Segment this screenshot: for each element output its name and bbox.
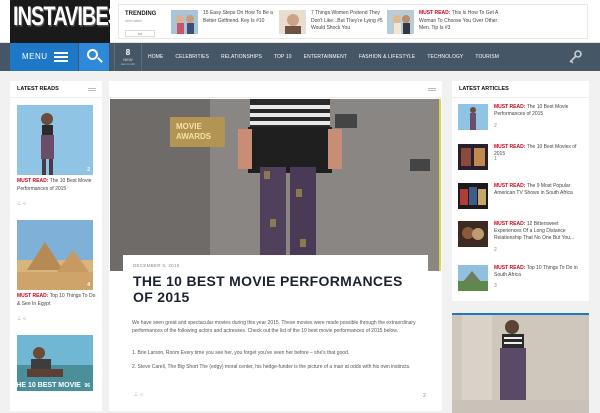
- nav-item-relationships[interactable]: RELATIONSHIPS: [215, 43, 268, 71]
- share-count: 2: [423, 393, 426, 399]
- trending-sub: next match: [125, 19, 143, 23]
- share-icon[interactable]: ⟂ ⋖: [17, 201, 26, 208]
- trending-item[interactable]: MUST READ: This Is How To Get A Woman To…: [387, 8, 499, 36]
- new-posts-counter[interactable]: 8 NEW last month: [114, 43, 142, 71]
- featured-post-title[interactable]: THE 10 BEST MOVIE PERFORMANCES OF 2015: [12, 381, 127, 399]
- share-count: 3: [494, 283, 497, 289]
- trending-text: MUST READ: This Is How To Get A Woman To…: [419, 10, 499, 33]
- trending-thumbnail: [279, 10, 306, 34]
- trending-item[interactable]: 7 Things Women Pretend They Don't Like..…: [279, 8, 389, 36]
- must-read-label: MUST READ:: [494, 183, 526, 189]
- must-read-label: MUST READ:: [17, 293, 49, 299]
- search-icon-handle: [97, 57, 103, 63]
- share-count: 2: [494, 247, 497, 253]
- hamburger-icon: [54, 52, 68, 62]
- site-logo[interactable]: INSTAVIBES: [10, 0, 110, 43]
- widget-title: LATEST ARTICLES: [459, 86, 509, 92]
- trending-text: 15 Easy Steps On How To Be a Better Girl…: [203, 10, 273, 24]
- key-icon[interactable]: [568, 50, 582, 64]
- article-paragraph: We have seen great and spectacular movie…: [132, 320, 416, 334]
- nav-item-entertainment[interactable]: ENTERTAINMENT: [298, 43, 353, 71]
- featured-image[interactable]: MOVIE AWARDS: [110, 99, 441, 271]
- trending-text: 7 Things Women Pretend They Don't Like..…: [311, 10, 383, 31]
- featured-photo: MOVIE AWARDS: [110, 99, 439, 271]
- new-count: 8: [125, 48, 131, 57]
- article-paragraph: 2. Steve Carell, The Big Short The (edgy…: [132, 364, 411, 370]
- post-thumbnail[interactable]: 2: [17, 105, 93, 175]
- article-paragraph: 1. Brie Larson, Room Every time you see …: [132, 350, 350, 356]
- trending-thumbnail: [171, 10, 198, 34]
- must-read-label: MUST READ:: [494, 104, 526, 110]
- menu-button[interactable]: MENU: [10, 43, 78, 71]
- share-icon[interactable]: ⟂ ⋖: [17, 316, 26, 323]
- svg-text:AWARDS: AWARDS: [176, 132, 212, 141]
- article-title[interactable]: THE 10 BEST MOVIE PERFORMANCES OF 2015: [133, 273, 423, 305]
- article-menu-icon[interactable]: [428, 88, 436, 91]
- post-thumbnail[interactable]: 4: [17, 220, 93, 290]
- widget-title: LATEST READS: [17, 86, 59, 92]
- share-icon[interactable]: ⟂ ⋖: [134, 392, 143, 399]
- trending-item[interactable]: 15 Easy Steps On How To Be a Better Girl…: [171, 8, 281, 36]
- share-count: 1: [494, 156, 497, 162]
- trending-thumbnail: [387, 10, 414, 34]
- article-title-card: DECEMBER 6, 2015 THE 10 BEST MOVIE PERFO…: [123, 255, 428, 315]
- post-thumbnail[interactable]: [458, 221, 488, 247]
- must-read-label: MUST READ:: [419, 10, 451, 16]
- featured-post-image: [452, 313, 589, 400]
- post-thumbnail[interactable]: [458, 265, 488, 291]
- featured-post[interactable]: [452, 313, 589, 413]
- trending-bar: TRENDING next match ◂ ▸ 15 Easy Steps On…: [118, 4, 588, 39]
- search-button[interactable]: [79, 43, 109, 71]
- latest-reads-widget: LATEST READS 2 MUST READ: The 10 Best Mo…: [10, 81, 102, 411]
- must-read-label: MUST READ:: [17, 178, 49, 184]
- nav-item-technology[interactable]: TECHNOLOGY: [421, 43, 469, 71]
- post-title[interactable]: MUST READ: Top 10 Things To Do in South …: [494, 265, 586, 279]
- trending-label: TRENDING: [125, 11, 157, 17]
- trending-arrows[interactable]: ◂ ▸: [125, 30, 155, 37]
- post-image: [17, 220, 93, 290]
- top-header: INSTAVIBES TRENDING next match ◂ ▸ 15 Ea…: [0, 0, 600, 43]
- post-title[interactable]: MUST READ: The 10 Best Movies of 2015: [494, 144, 586, 158]
- main-article: MOVIE AWARDS: [109, 81, 442, 411]
- post-thumbnail[interactable]: [458, 144, 488, 170]
- share-count: 2: [87, 167, 90, 173]
- must-read-label: MUST READ:: [494, 144, 526, 150]
- nav-item-fashion-lifestyle[interactable]: FASHION & LIFESTYLE: [353, 43, 421, 71]
- article-header: [109, 81, 442, 98]
- nav-item-tourism[interactable]: TOURISM: [469, 43, 505, 71]
- must-read-label: MUST READ:: [494, 265, 526, 271]
- nav-item-home[interactable]: HOME: [142, 43, 169, 71]
- post-thumbnail[interactable]: [458, 183, 488, 209]
- post-title[interactable]: MUST READ: 12 Bittersweet Experiences Of…: [494, 221, 586, 242]
- main-nav: MENU 8 NEW last month HOME CELEBRITIES R…: [0, 43, 600, 71]
- nav-item-celebrities[interactable]: CELEBRITIES: [169, 43, 215, 71]
- widget-header: LATEST ARTICLES: [452, 81, 589, 98]
- featured-accent-bar: [452, 313, 589, 315]
- widget-menu-icon[interactable]: [88, 88, 96, 91]
- share-count: 4: [87, 282, 90, 288]
- article-date: DECEMBER 6, 2015: [133, 263, 180, 268]
- logo-text: INSTAVIBES: [13, 2, 110, 32]
- new-sub: last month: [121, 62, 135, 66]
- post-title[interactable]: MUST READ: The 10 Best Movie Performance…: [17, 178, 97, 193]
- latest-articles-widget: LATEST ARTICLES MUST READ: The 10 Best M…: [452, 81, 589, 301]
- post-title[interactable]: MUST READ: The 10 Best Movie Performance…: [494, 104, 586, 118]
- share-count: 2: [494, 123, 497, 129]
- post-title[interactable]: MUST READ: Top 10 Things To Do & See In …: [17, 293, 97, 308]
- widget-header: LATEST READS: [10, 81, 102, 98]
- post-thumbnail[interactable]: [458, 104, 488, 130]
- post-title[interactable]: MUST READ: The 9 Most Popular American T…: [494, 183, 586, 197]
- post-image: [17, 105, 93, 175]
- nav-links: HOME CELEBRITIES RELATIONSHIPS TOP 10 EN…: [142, 43, 505, 71]
- nav-item-top-10[interactable]: TOP 10: [268, 43, 298, 71]
- svg-text:MOVIE: MOVIE: [176, 122, 202, 131]
- must-read-label: MUST READ:: [494, 221, 526, 227]
- menu-label: MENU: [22, 52, 48, 61]
